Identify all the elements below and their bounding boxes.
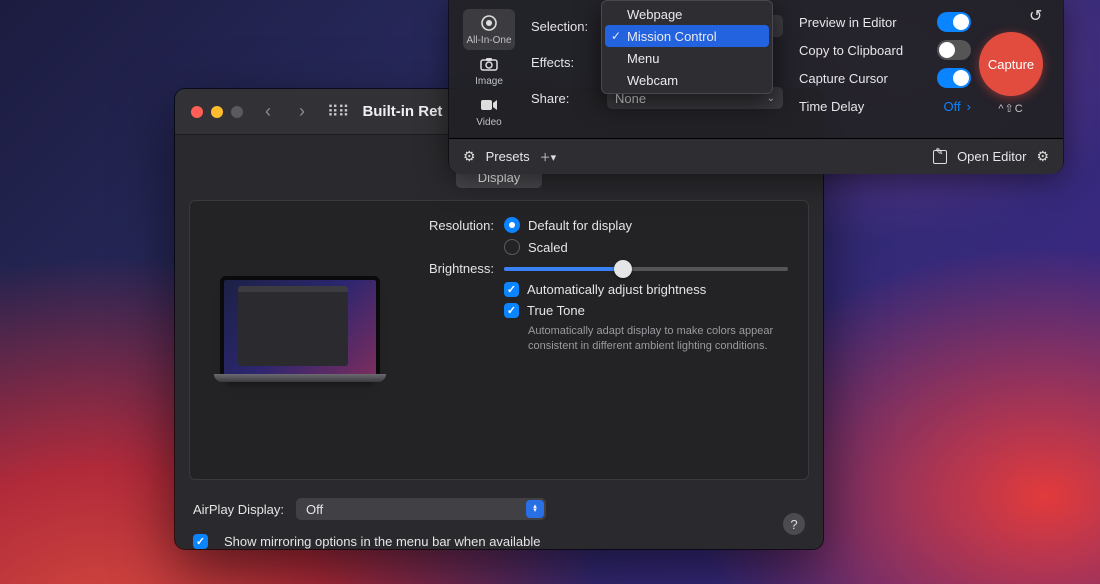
zoom-window-button[interactable] (231, 106, 243, 118)
mode-video[interactable]: Video (463, 91, 515, 132)
time-delay-button[interactable]: Off › (944, 99, 971, 114)
mode-all-in-one[interactable]: All-In-One (463, 9, 515, 50)
presets-label[interactable]: Presets (486, 149, 530, 164)
open-editor-button[interactable]: Open Editor (957, 149, 1026, 164)
capture-button[interactable]: Capture (979, 32, 1043, 96)
preview-in-editor-toggle[interactable] (937, 12, 971, 32)
settings-gear-icon[interactable]: ⚙ (1036, 148, 1049, 165)
resolution-scaled-label: Scaled (528, 240, 568, 255)
dropdown-item-webcam[interactable]: Webcam (605, 69, 769, 91)
help-button[interactable]: ? (783, 513, 805, 535)
dropdown-stepper-icon: ▴▾ (526, 500, 544, 518)
mirroring-label: Show mirroring options in the menu bar w… (224, 534, 541, 549)
true-tone-checkbox[interactable] (504, 303, 519, 318)
resolution-scaled-radio[interactable] (504, 239, 520, 255)
time-delay-label: Time Delay (799, 99, 864, 114)
capture-shortcut: ^⇧C (998, 102, 1023, 115)
airplay-label: AirPlay Display: (193, 502, 284, 517)
resolution-default-radio[interactable] (504, 217, 520, 233)
auto-brightness-label: Automatically adjust brightness (527, 282, 706, 297)
true-tone-label: True Tone (527, 303, 585, 318)
capture-cursor-toggle[interactable] (937, 68, 971, 88)
airplay-value: Off (306, 502, 323, 517)
share-label: Share: (531, 91, 607, 106)
close-window-button[interactable] (191, 106, 203, 118)
airplay-dropdown[interactable]: Off ▴▾ (296, 498, 546, 520)
effects-label: Effects: (531, 55, 607, 70)
dropdown-item-mission-control[interactable]: Mission Control (605, 25, 769, 47)
camera-icon (479, 54, 499, 74)
resolution-default-label: Default for display (528, 218, 632, 233)
edit-icon (933, 150, 947, 164)
video-icon (479, 95, 499, 115)
selection-dropdown-menu: Webpage Mission Control Menu Webcam (601, 0, 773, 94)
window-title: Built-in Ret (362, 103, 442, 120)
minimize-window-button[interactable] (211, 106, 223, 118)
add-preset-button[interactable]: ＋▾ (540, 149, 557, 165)
copy-clipboard-label: Copy to Clipboard (799, 43, 903, 58)
forward-button[interactable]: › (299, 101, 305, 122)
true-tone-description: Automatically adapt display to make colo… (528, 324, 788, 354)
back-button[interactable]: ‹ (265, 101, 271, 122)
mode-image[interactable]: Image (463, 50, 515, 91)
laptop-icon (220, 276, 380, 378)
dropdown-item-menu[interactable]: Menu (605, 47, 769, 69)
brightness-label: Brightness: (410, 261, 494, 276)
mirroring-checkbox[interactable] (193, 534, 208, 549)
auto-brightness-checkbox[interactable] (504, 282, 519, 297)
brightness-slider[interactable] (504, 267, 788, 271)
brightness-slider-knob[interactable] (614, 260, 632, 278)
dropdown-item-webpage[interactable]: Webpage (605, 3, 769, 25)
display-settings-pane: Resolution: Default for display Scaled B… (189, 200, 809, 480)
resolution-label: Resolution: (410, 218, 494, 233)
gear-icon[interactable]: ⚙ (463, 148, 476, 165)
copy-clipboard-toggle[interactable] (937, 40, 971, 60)
capture-cursor-label: Capture Cursor (799, 71, 888, 86)
show-all-icon[interactable]: ⠿⠿ (327, 102, 348, 122)
preview-in-editor-label: Preview in Editor (799, 15, 897, 30)
target-icon (479, 13, 499, 33)
selection-label: Selection: (531, 19, 607, 34)
chevron-down-icon: ⌄ (767, 93, 775, 104)
window-controls (191, 106, 243, 118)
display-preview (210, 217, 390, 437)
undo-icon[interactable]: ↺ (1029, 6, 1049, 26)
